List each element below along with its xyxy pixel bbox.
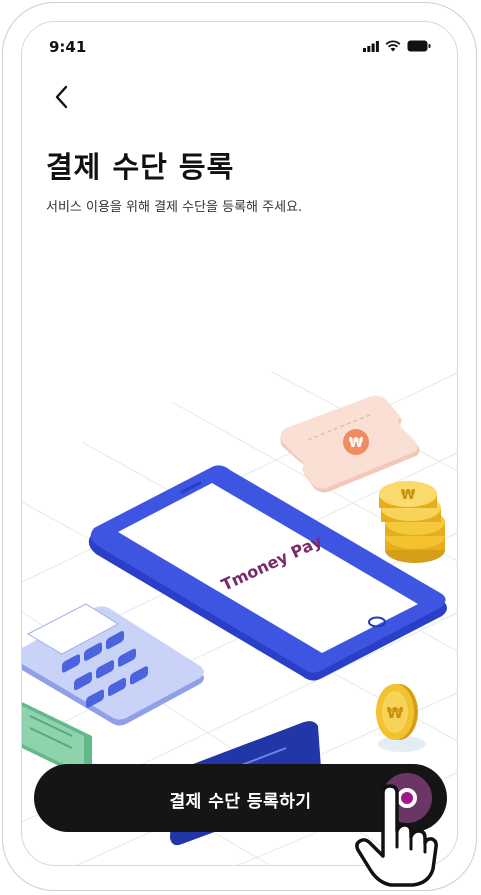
signal-icon [363,40,379,52]
coin-won-symbol: ₩ [401,488,416,503]
status-icons [363,40,431,52]
back-icon[interactable] [50,82,74,112]
status-time: 9:41 [49,38,87,56]
wifi-icon [385,40,401,52]
ticket-illustration: ₩ [280,395,420,493]
single-coin-illustration: ₩ [376,684,426,752]
coin-stack-illustration: ₩ [379,481,445,563]
device-screen: 9:41 결제 수단 등록 서비스 이용을 위해 결제 수단을 등록해 주세요. [21,21,458,866]
single-coin-won-symbol: ₩ [387,704,404,722]
page-subtitle: 서비스 이용을 위해 결제 수단을 등록해 주세요. [46,200,303,215]
ticket-won-symbol: ₩ [349,436,364,451]
pointing-hand-icon [355,784,438,887]
page-title: 결제 수단 등록 [46,150,235,184]
calculator-illustration [22,603,204,726]
battery-icon [407,40,431,52]
status-bar: 9:41 [22,22,457,72]
